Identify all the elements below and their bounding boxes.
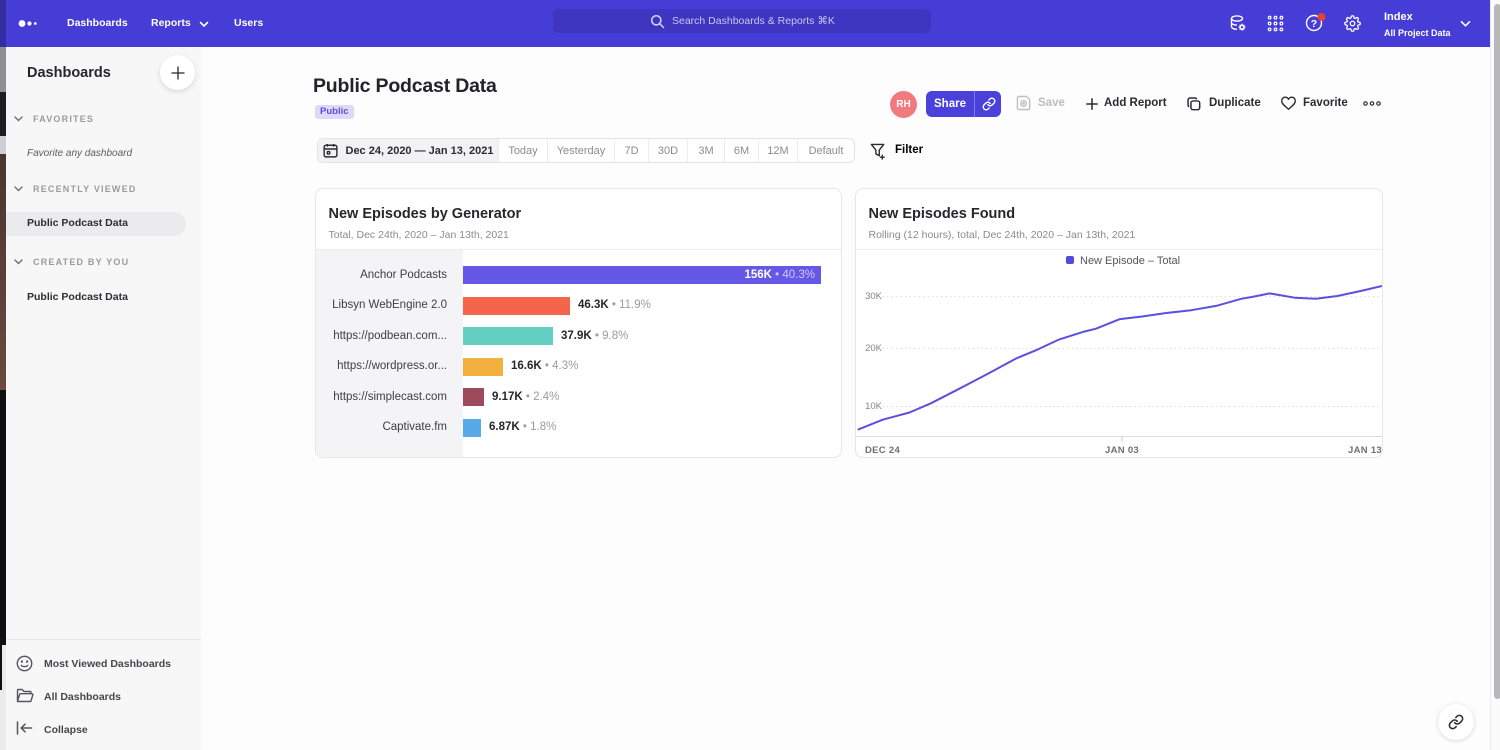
svg-text:?: ?	[1311, 18, 1317, 30]
